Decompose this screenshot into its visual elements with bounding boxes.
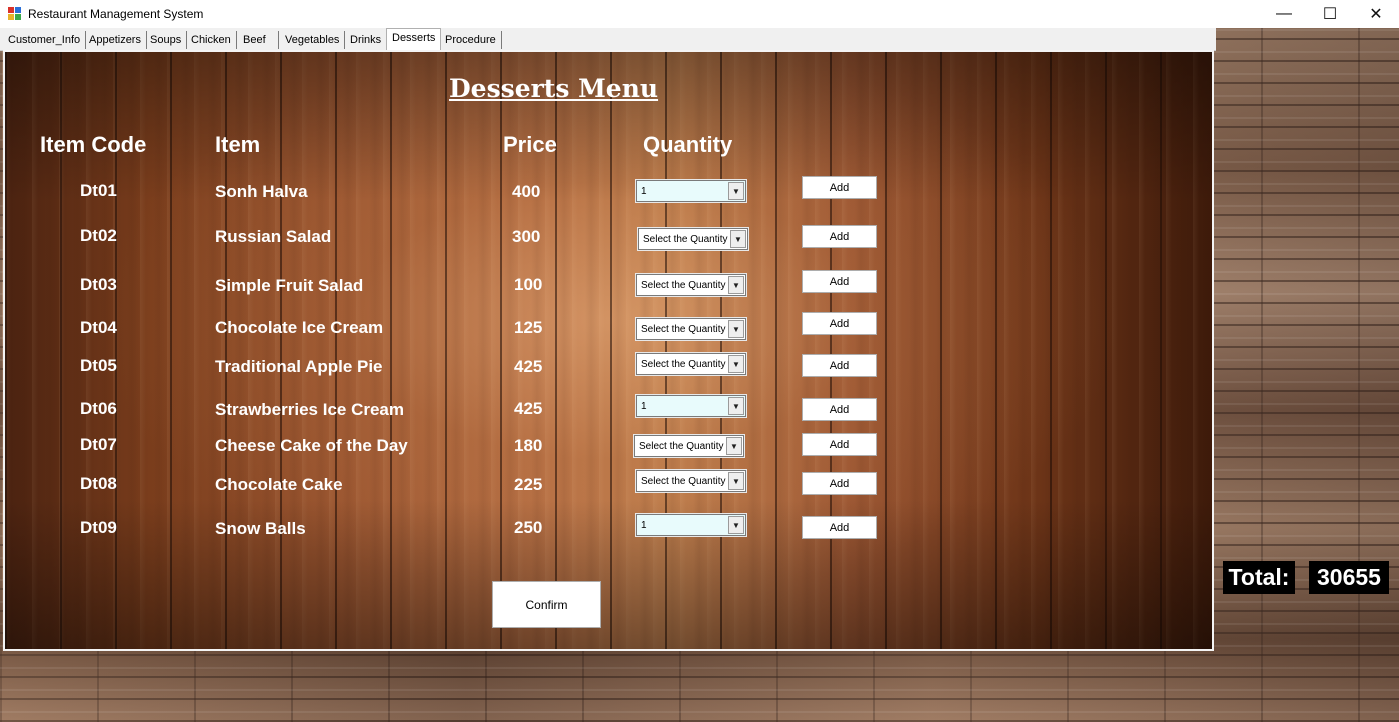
tab-vegetables[interactable]: Vegetables bbox=[280, 31, 346, 49]
app-icon bbox=[8, 7, 22, 21]
dropdown-arrow-icon[interactable]: ▼ bbox=[728, 397, 744, 415]
item-price: 100 bbox=[514, 275, 543, 294]
dropdown-arrow-icon[interactable]: ▼ bbox=[730, 230, 746, 248]
item-code: Dt09 bbox=[80, 518, 117, 537]
total-label: Total: bbox=[1223, 561, 1295, 594]
desserts-panel: Desserts Menu Item Code Item Price Quant… bbox=[3, 50, 1214, 651]
add-button[interactable]: Add bbox=[802, 270, 877, 293]
dropdown-arrow-icon[interactable]: ▼ bbox=[728, 355, 744, 373]
tab-soups[interactable]: Soups bbox=[145, 31, 188, 49]
item-name: Snow Balls bbox=[215, 519, 306, 538]
item-name: Traditional Apple Pie bbox=[215, 357, 383, 376]
total-value: 30655 bbox=[1309, 561, 1389, 594]
item-name: Russian Salad bbox=[215, 227, 332, 246]
add-button[interactable]: Add bbox=[802, 354, 877, 377]
quantity-dropdown[interactable]: Select the Quantity ▼ bbox=[635, 273, 747, 297]
dropdown-arrow-icon[interactable]: ▼ bbox=[728, 472, 744, 490]
quantity-dropdown[interactable]: 1 ▼ bbox=[635, 179, 747, 203]
quantity-value: Select the Quantity bbox=[639, 440, 724, 452]
tab-customer-info[interactable]: Customer_Info bbox=[3, 31, 87, 49]
quantity-value: 1 bbox=[641, 400, 647, 412]
maximize-button[interactable]: ☐ bbox=[1307, 0, 1353, 28]
item-code: Dt01 bbox=[80, 181, 117, 200]
quantity-dropdown[interactable]: Select the Quantity ▼ bbox=[635, 352, 747, 376]
quantity-value: Select the Quantity bbox=[641, 323, 726, 335]
item-price: 425 bbox=[514, 399, 543, 418]
item-code: Dt02 bbox=[80, 226, 117, 245]
minimize-button[interactable]: — bbox=[1261, 0, 1307, 28]
quantity-dropdown[interactable]: Select the Quantity ▼ bbox=[637, 227, 749, 251]
item-price: 225 bbox=[514, 475, 543, 494]
item-code: Dt03 bbox=[80, 275, 117, 294]
item-price: 400 bbox=[512, 182, 541, 201]
quantity-value: Select the Quantity bbox=[641, 358, 726, 370]
dropdown-arrow-icon[interactable]: ▼ bbox=[728, 516, 744, 534]
dropdown-arrow-icon[interactable]: ▼ bbox=[728, 182, 744, 200]
confirm-button[interactable]: Confirm bbox=[492, 581, 601, 628]
item-price: 125 bbox=[514, 318, 543, 337]
tab-chicken[interactable]: Chicken bbox=[186, 31, 237, 49]
maximize-icon: ☐ bbox=[1322, 6, 1338, 23]
item-name: Chocolate Ice Cream bbox=[215, 318, 384, 337]
item-code: Dt05 bbox=[80, 356, 117, 375]
dropdown-arrow-icon[interactable]: ▼ bbox=[728, 320, 744, 338]
tab-drinks[interactable]: Drinks bbox=[345, 31, 388, 49]
dropdown-arrow-icon[interactable]: ▼ bbox=[726, 437, 742, 455]
add-button[interactable]: Add bbox=[802, 225, 877, 248]
page-title: Desserts Menu bbox=[449, 74, 659, 103]
tab-appetizers[interactable]: Appetizers bbox=[84, 31, 147, 49]
close-icon: ✕ bbox=[1369, 6, 1383, 23]
item-code: Dt08 bbox=[80, 474, 117, 493]
quantity-dropdown[interactable]: Select the Quantity ▼ bbox=[633, 434, 745, 458]
add-button[interactable]: Add bbox=[802, 312, 877, 335]
quantity-dropdown[interactable]: Select the Quantity ▼ bbox=[635, 317, 747, 341]
quantity-value: 1 bbox=[641, 519, 647, 531]
add-button[interactable]: Add bbox=[802, 516, 877, 539]
window-title-bar: Restaurant Management System — ☐ ✕ bbox=[0, 0, 1399, 28]
tab-procedure[interactable]: Procedure bbox=[440, 31, 502, 49]
column-header-price: Price bbox=[503, 132, 557, 157]
column-header-item-code: Item Code bbox=[40, 132, 147, 157]
column-header-quantity: Quantity bbox=[643, 132, 733, 157]
quantity-dropdown[interactable]: 1 ▼ bbox=[635, 394, 747, 418]
add-button[interactable]: Add bbox=[802, 398, 877, 421]
tab-strip: Customer_Info Appetizers Soups Chicken B… bbox=[0, 28, 1216, 51]
quantity-value: Select the Quantity bbox=[641, 279, 726, 291]
item-name: Strawberries Ice Cream bbox=[215, 400, 404, 419]
item-code: Dt07 bbox=[80, 435, 117, 454]
quantity-value: Select the Quantity bbox=[641, 475, 726, 487]
quantity-dropdown[interactable]: 1 ▼ bbox=[635, 513, 747, 537]
item-price: 180 bbox=[514, 436, 543, 455]
quantity-value: Select the Quantity bbox=[643, 233, 728, 245]
item-name: Cheese Cake of the Day bbox=[215, 436, 408, 455]
window-title: Restaurant Management System bbox=[28, 7, 204, 21]
item-name: Sonh Halva bbox=[215, 182, 308, 201]
minimize-icon: — bbox=[1276, 5, 1292, 22]
add-button[interactable]: Add bbox=[802, 472, 877, 495]
item-price: 425 bbox=[514, 357, 543, 376]
quantity-dropdown[interactable]: Select the Quantity ▼ bbox=[635, 469, 747, 493]
close-button[interactable]: ✕ bbox=[1353, 0, 1399, 28]
dropdown-arrow-icon[interactable]: ▼ bbox=[728, 276, 744, 294]
tab-desserts[interactable]: Desserts bbox=[386, 28, 442, 50]
item-name: Simple Fruit Salad bbox=[215, 276, 364, 295]
item-code: Dt04 bbox=[80, 318, 117, 337]
column-header-item: Item bbox=[215, 132, 261, 157]
item-price: 250 bbox=[514, 518, 543, 537]
item-code: Dt06 bbox=[80, 399, 117, 418]
add-button[interactable]: Add bbox=[802, 433, 877, 456]
tab-beef[interactable]: Beef bbox=[238, 31, 279, 49]
item-price: 300 bbox=[512, 227, 541, 246]
add-button[interactable]: Add bbox=[802, 176, 877, 199]
quantity-value: 1 bbox=[641, 185, 647, 197]
item-name: Chocolate Cake bbox=[215, 475, 343, 494]
